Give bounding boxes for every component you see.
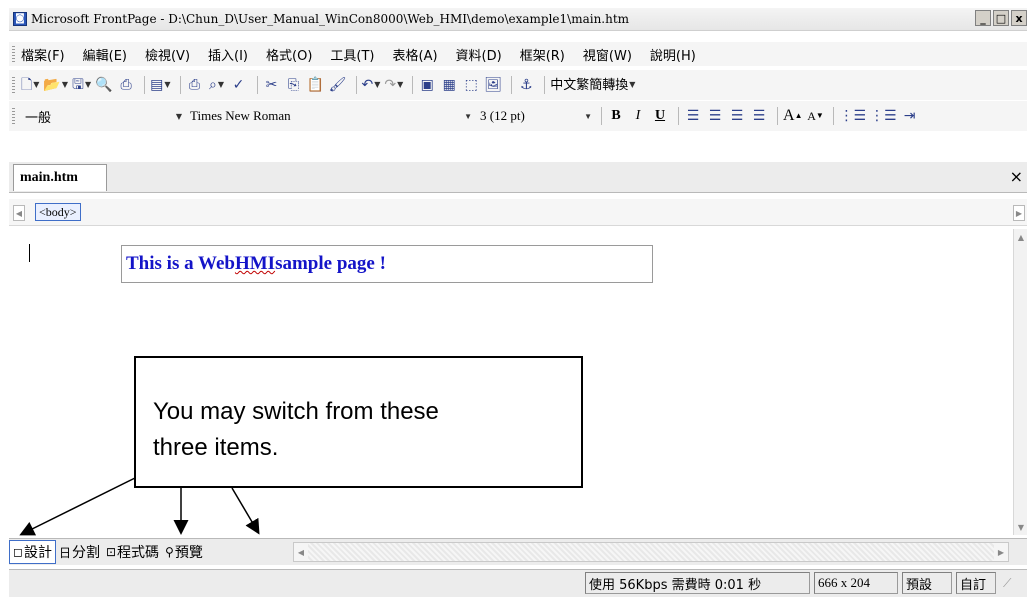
arrow-to-design-tab bbox=[19, 477, 136, 536]
arrow-to-preview-tab bbox=[231, 487, 260, 535]
callout-arrows bbox=[19, 477, 260, 536]
